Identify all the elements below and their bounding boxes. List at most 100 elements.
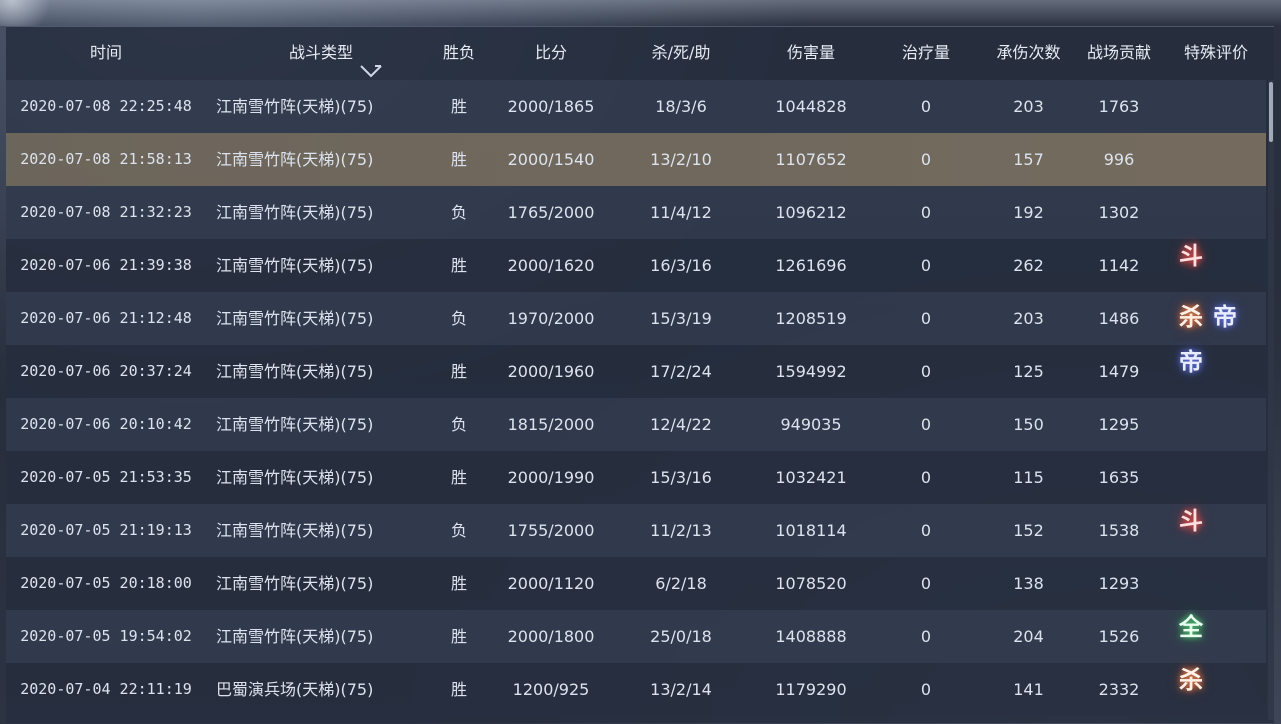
- evaluation-badge-dou[interactable]: 斗: [1176, 241, 1206, 271]
- cell-battle-type: 江南雪竹阵(天梯)(75): [216, 627, 374, 646]
- cell-score: 2000/1620: [507, 256, 595, 275]
- table-row[interactable]: 2020-07-05 20:18:00 江南雪竹阵(天梯)(75) 胜 2000/11…: [6, 557, 1266, 610]
- cell-score: 1200/925: [512, 680, 590, 699]
- evaluation-badge-sha[interactable]: 杀: [1176, 302, 1206, 332]
- title-bar: [0, 0, 1281, 26]
- cell-hits-taken: 150: [1013, 415, 1044, 434]
- chevron-down-icon[interactable]: [359, 47, 383, 77]
- evaluation-badge-sha[interactable]: 杀: [1176, 665, 1206, 695]
- cell-kda: 12/4/22: [650, 415, 712, 434]
- header-kda: 杀/死/助: [651, 43, 711, 62]
- cell-damage: 1179290: [775, 680, 847, 699]
- header-battle-type[interactable]: 战斗类型: [261, 27, 411, 79]
- evaluation-badge-dou[interactable]: 斗: [1176, 506, 1206, 536]
- header-hits-taken: 承伤次数: [996, 43, 1061, 62]
- evaluation-badge-di[interactable]: 帝: [1176, 347, 1206, 377]
- cell-special: 帝: [1166, 345, 1266, 398]
- table-row[interactable]: 2020-07-08 21:58:13 江南雪竹阵(天梯)(75) 胜 2000/15…: [6, 133, 1266, 186]
- cell-kda: 18/3/6: [655, 97, 707, 116]
- cell-result: 胜: [450, 574, 467, 593]
- cell-damage: 1107652: [775, 150, 847, 169]
- table-row[interactable]: 2020-07-05 21:19:13 江南雪竹阵(天梯)(75) 负 1755/20…: [6, 504, 1266, 557]
- cell-result: 胜: [450, 97, 467, 116]
- cell-time: 2020-07-06 20:37:24: [20, 362, 192, 380]
- header-battle-type-label: 战斗类型: [288, 43, 353, 62]
- cell-battle-type: 巴蜀演兵场(天梯)(75): [216, 680, 374, 699]
- cell-time: 2020-07-08 22:25:48: [20, 97, 192, 115]
- header-damage: 伤害量: [786, 43, 835, 62]
- cell-special: [1166, 398, 1266, 451]
- cell-score: 2000/1960: [507, 362, 595, 381]
- cell-hits-taken: 192: [1013, 203, 1044, 222]
- cell-healing: 0: [920, 627, 932, 646]
- corner-ornament: [0, 0, 60, 26]
- cell-damage: 1594992: [775, 362, 847, 381]
- cell-contribution: 1538: [1098, 521, 1140, 540]
- cell-contribution: 1293: [1098, 574, 1140, 593]
- evaluation-badge-quan[interactable]: 全: [1176, 612, 1206, 642]
- table-row[interactable]: 2020-07-08 21:32:23 江南雪竹阵(天梯)(75) 负 1765/20…: [6, 186, 1266, 239]
- table-body: 2020-07-08 22:25:48 江南雪竹阵(天梯)(75) 胜 2000/18…: [6, 80, 1266, 716]
- cell-battle-type: 江南雪竹阵(天梯)(75): [216, 150, 374, 169]
- cell-contribution: 1486: [1098, 309, 1140, 328]
- table-header: 时间 战斗类型 胜负 比分 杀/死/助 伤害量 治疗量 承伤次数 战场贡献 特殊…: [6, 27, 1274, 79]
- cell-score: 1755/2000: [507, 521, 595, 540]
- cell-special: 斗: [1166, 239, 1266, 292]
- cell-battle-type: 江南雪竹阵(天梯)(75): [216, 97, 374, 116]
- cell-special: 斗: [1166, 504, 1266, 557]
- header-score: 比分: [534, 43, 567, 62]
- cell-kda: 15/3/16: [650, 468, 712, 487]
- evaluation-badge-di[interactable]: 帝: [1210, 302, 1240, 332]
- table-row[interactable]: 2020-07-06 20:10:42 江南雪竹阵(天梯)(75) 负 1815/20…: [6, 398, 1266, 451]
- cell-damage: 1018114: [775, 521, 847, 540]
- cell-contribution: 1763: [1098, 97, 1140, 116]
- cell-hits-taken: 138: [1013, 574, 1044, 593]
- cell-damage: 1261696: [775, 256, 847, 275]
- cell-special: 全: [1166, 610, 1266, 663]
- cell-time: 2020-07-05 20:18:00: [20, 574, 192, 592]
- cell-hits-taken: 125: [1013, 362, 1044, 381]
- cell-time: 2020-07-06 20:10:42: [20, 415, 192, 433]
- cell-special: [1166, 186, 1266, 239]
- cell-special: 杀: [1166, 663, 1266, 716]
- cell-contribution: 1635: [1098, 468, 1140, 487]
- cell-time: 2020-07-04 22:11:19: [20, 680, 192, 698]
- cell-healing: 0: [920, 203, 932, 222]
- cell-kda: 16/3/16: [650, 256, 712, 275]
- cell-battle-type: 江南雪竹阵(天梯)(75): [216, 203, 374, 222]
- cell-battle-type: 江南雪竹阵(天梯)(75): [216, 362, 374, 381]
- scrollbar-thumb[interactable]: [1269, 82, 1273, 142]
- cell-healing: 0: [920, 521, 932, 540]
- cell-battle-type: 江南雪竹阵(天梯)(75): [216, 521, 374, 540]
- scrollbar[interactable]: [1268, 80, 1274, 720]
- cell-kda: 6/2/18: [655, 574, 707, 593]
- cell-damage: 1032421: [775, 468, 847, 487]
- cell-score: 2000/1865: [507, 97, 595, 116]
- cell-time: 2020-07-05 19:54:02: [20, 627, 192, 645]
- cell-time: 2020-07-05 21:19:13: [20, 521, 192, 539]
- cell-hits-taken: 262: [1013, 256, 1044, 275]
- cell-hits-taken: 204: [1013, 627, 1044, 646]
- table-row[interactable]: 2020-07-04 22:11:19 巴蜀演兵场(天梯)(75) 胜 1200/92…: [6, 663, 1266, 716]
- cell-healing: 0: [920, 362, 932, 381]
- cell-score: 2000/1800: [507, 627, 595, 646]
- cell-result: 负: [450, 521, 467, 540]
- cell-kda: 17/2/24: [650, 362, 712, 381]
- cell-battle-type: 江南雪竹阵(天梯)(75): [216, 415, 374, 434]
- table-row[interactable]: 2020-07-06 21:12:48 江南雪竹阵(天梯)(75) 负 1970/20…: [6, 292, 1266, 345]
- cell-contribution: 1295: [1098, 415, 1140, 434]
- cell-healing: 0: [920, 468, 932, 487]
- cell-result: 胜: [450, 150, 467, 169]
- cell-contribution: 996: [1103, 150, 1135, 169]
- cell-score: 2000/1120: [507, 574, 595, 593]
- cell-result: 负: [450, 309, 467, 328]
- cell-battle-type: 江南雪竹阵(天梯)(75): [216, 574, 374, 593]
- table-row[interactable]: 2020-07-05 19:54:02 江南雪竹阵(天梯)(75) 胜 2000/18…: [6, 610, 1266, 663]
- header-contribution: 战场贡献: [1086, 43, 1151, 62]
- table-row[interactable]: 2020-07-08 22:25:48 江南雪竹阵(天梯)(75) 胜 2000/18…: [6, 80, 1266, 133]
- cell-result: 胜: [450, 627, 467, 646]
- battle-record-window: 时间 战斗类型 胜负 比分 杀/死/助 伤害量 治疗量 承伤次数 战场贡献 特殊…: [0, 0, 1281, 724]
- table-row[interactable]: 2020-07-05 21:53:35 江南雪竹阵(天梯)(75) 胜 2000/19…: [6, 451, 1266, 504]
- table-row[interactable]: 2020-07-06 21:39:38 江南雪竹阵(天梯)(75) 胜 2000/16…: [6, 239, 1266, 292]
- table-row[interactable]: 2020-07-06 20:37:24 江南雪竹阵(天梯)(75) 胜 2000/19…: [6, 345, 1266, 398]
